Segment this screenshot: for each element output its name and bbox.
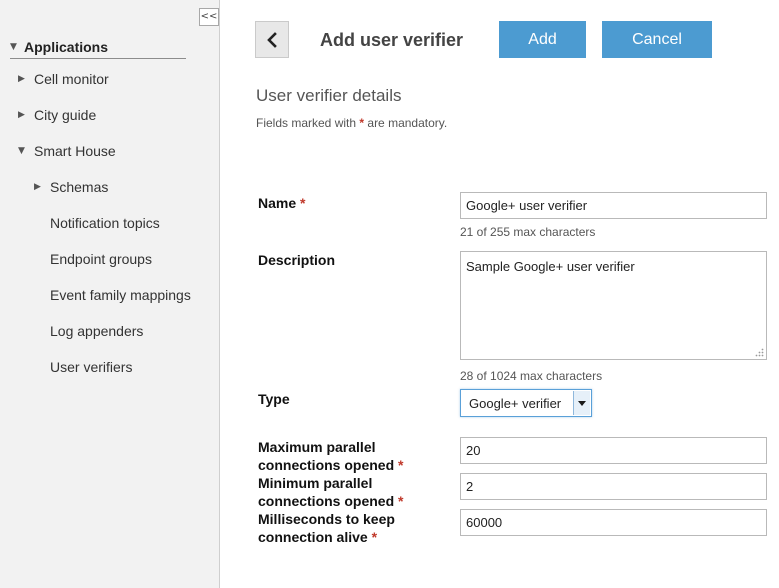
mandatory-note: Fields marked with * are mandatory. [256,116,447,130]
type-select[interactable]: Google+ verifier [460,389,592,417]
triangle-right-icon: ▶ [18,73,25,84]
description-char-count: 28 of 1024 max characters [460,369,603,383]
keep-alive-input[interactable]: 60000 [460,509,767,536]
description-textarea[interactable]: Sample Google+ user verifier [460,251,767,360]
sidebar-item-label: Schemas [50,179,109,195]
sidebar-item-user-verifiers[interactable]: User verifiers [50,356,132,378]
max-parallel-input[interactable]: 20 [460,437,767,464]
resize-grip-icon[interactable] [754,347,764,357]
keep-alive-label-line2: connection alive [258,529,368,545]
min-parallel-label: Minimum parallel connections opened * [258,473,403,511]
sidebar-item-label: Event family mappings [50,287,191,303]
name-label: Name * [258,193,305,213]
page-title: Add user verifier [320,30,464,50]
sidebar-item-notification-topics[interactable]: Notification topics [50,212,160,234]
required-marker: * [371,529,378,545]
sidebar-item-endpoint-groups[interactable]: Endpoint groups [50,248,152,270]
sidebar-item-label: User verifiers [50,359,133,375]
name-char-count: 21 of 255 max characters [460,225,596,239]
name-label-text: Name [258,195,297,211]
sidebar-item-schemas[interactable]: ▶ Schemas [34,176,108,198]
max-parallel-label-line2: connections opened [258,457,395,473]
chevron-down-icon [578,400,586,406]
name-input[interactable]: Google+ user verifier [460,192,767,219]
max-parallel-label-line1: Maximum parallel [258,439,376,455]
sidebar-item-city-guide[interactable]: ▶ City guide [18,104,96,126]
sidebar-item-label: Cell monitor [34,71,109,87]
type-label: Type [258,391,290,407]
description-label: Description [258,252,336,268]
sidebar: << ▼ Applications ▶ Cell monitor ▶ City … [0,0,220,588]
triangle-right-icon: ▶ [18,109,25,120]
sidebar-item-label: City guide [34,107,97,123]
sidebar-item-event-family-mappings[interactable]: Event family mappings [50,284,191,306]
type-select-value: Google+ verifier [469,395,562,411]
sidebar-item-label: Notification topics [50,215,160,231]
cancel-button[interactable]: Cancel [602,21,712,58]
note-suffix: are mandatory. [367,116,448,130]
collapse-sidebar-button[interactable]: << [199,8,219,26]
required-marker: * [359,116,365,130]
chevron-left-icon [267,31,277,48]
note-prefix: Fields marked with [256,116,357,130]
triangle-down-icon: ▼ [18,145,25,156]
sidebar-item-log-appenders[interactable]: Log appenders [50,320,143,342]
required-marker: * [398,493,404,509]
back-button[interactable] [255,21,289,58]
min-parallel-input[interactable]: 2 [460,473,767,500]
min-parallel-label-line1: Minimum parallel [258,475,373,491]
description-value: Sample Google+ user verifier [466,259,635,274]
dropdown-arrow-icon[interactable] [573,391,590,415]
triangle-down-icon: ▼ [10,41,17,52]
sidebar-item-cell-monitor[interactable]: ▶ Cell monitor [18,68,109,90]
keep-alive-label-line1: Milliseconds to keep [258,511,395,527]
required-marker: * [398,457,404,473]
max-parallel-label: Maximum parallel connections opened * [258,437,403,475]
keep-alive-label: Milliseconds to keep connection alive * [258,509,395,547]
section-title: User verifier details [256,86,402,105]
sidebar-item-applications[interactable]: ▼ Applications [10,36,186,59]
triangle-right-icon: ▶ [34,181,41,192]
sidebar-item-label: Endpoint groups [50,251,152,267]
required-marker: * [300,195,306,211]
sidebar-item-label: Applications [24,39,109,55]
add-button[interactable]: Add [499,21,586,58]
sidebar-item-label: Log appenders [50,323,144,339]
sidebar-item-smart-house[interactable]: ▼ Smart House [18,140,116,162]
sidebar-item-label: Smart House [34,143,116,159]
min-parallel-label-line2: connections opened [258,493,395,509]
